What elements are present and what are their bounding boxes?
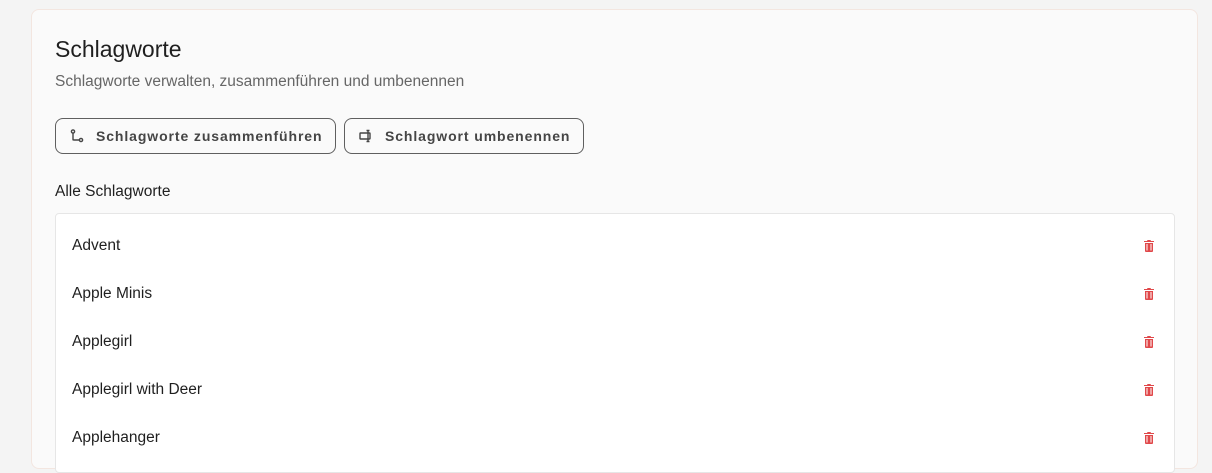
tags-card: Schlagworte Schlagworte verwalten, zusam… (31, 9, 1198, 469)
page-title: Schlagworte (55, 36, 182, 63)
list-item[interactable]: Applegirl with Deer (56, 366, 1174, 414)
tag-label: Applegirl with Deer (72, 381, 202, 399)
merge-icon (70, 129, 84, 143)
trash-icon[interactable] (1142, 239, 1156, 253)
tags-list: Advent Apple Minis Applegirl Applegirl w… (55, 213, 1175, 473)
merge-tags-button[interactable]: Schlagworte zusammenführen (55, 118, 336, 154)
trash-icon[interactable] (1142, 335, 1156, 349)
list-item[interactable]: Advent (56, 222, 1174, 270)
tag-label: Applegirl (72, 333, 132, 351)
list-item[interactable]: Applehanger (56, 414, 1174, 462)
merge-tags-label: Schlagworte zusammenführen (96, 128, 322, 144)
trash-icon[interactable] (1142, 383, 1156, 397)
list-item[interactable]: Apple Minis (56, 270, 1174, 318)
tag-label: Applehanger (72, 429, 160, 447)
trash-icon[interactable] (1142, 287, 1156, 301)
tag-label: Advent (72, 237, 120, 255)
list-item[interactable]: Applegirl (56, 318, 1174, 366)
tag-label: Apple Minis (72, 285, 152, 303)
trash-icon[interactable] (1142, 431, 1156, 445)
rename-tag-label: Schlagwort umbenennen (385, 128, 570, 144)
all-tags-heading: Alle Schlagworte (55, 183, 170, 201)
rename-icon (359, 129, 373, 143)
page-subtitle: Schlagworte verwalten, zusammenführen un… (55, 73, 464, 91)
rename-tag-button[interactable]: Schlagwort umbenennen (344, 118, 584, 154)
